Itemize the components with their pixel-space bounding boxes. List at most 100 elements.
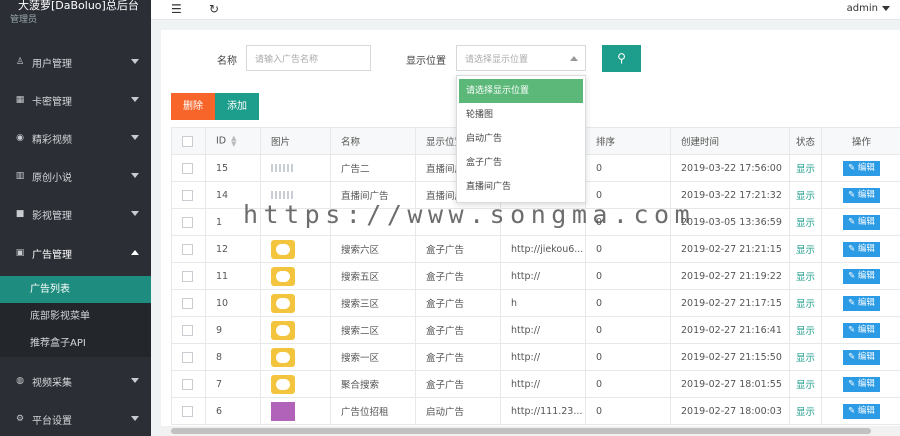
action-cell: ✎ 编辑 <box>821 235 900 263</box>
sort-cell: 0 <box>585 289 671 317</box>
row-checkbox[interactable] <box>182 216 193 228</box>
column-header-id[interactable]: ID ▲ ▼ <box>205 127 261 155</box>
add-button[interactable]: 添加 <box>215 93 259 120</box>
ad-thumbnail <box>271 239 295 259</box>
pencil-icon: ✎ <box>848 189 856 200</box>
scrollbar-thumb[interactable] <box>171 428 871 434</box>
sidebar-item-users[interactable]: ♙ 用户管理 <box>0 43 151 81</box>
search-button[interactable]: ⚲ <box>602 45 641 72</box>
name-cell: 搜索五区 <box>330 262 416 290</box>
image-cell <box>260 397 331 425</box>
caret-down-icon <box>131 416 139 421</box>
row-checkbox[interactable] <box>182 351 193 363</box>
row-select-cell[interactable] <box>171 397 206 425</box>
select-all-checkbox[interactable] <box>182 135 193 147</box>
id-cell: 11 <box>205 262 261 290</box>
sidebar-item-collect[interactable]: ◍ 视频采集 <box>0 362 151 400</box>
edit-button[interactable]: ✎ 编辑 <box>843 376 880 392</box>
row-select-cell[interactable] <box>171 370 206 398</box>
status-cell[interactable]: 显示 <box>789 397 822 425</box>
action-cell: ✎ 编辑 <box>821 208 900 236</box>
dropdown-option[interactable]: 启动广告 <box>459 127 583 151</box>
sidebar-subitem-ad-list[interactable]: 广告列表 <box>0 276 151 303</box>
edit-button[interactable]: ✎ 编辑 <box>843 268 880 284</box>
row-select-cell[interactable] <box>171 343 206 371</box>
sidebar-item-videos[interactable]: ◉ 精彩视频 <box>0 119 151 157</box>
position-cell: 盒子广告 <box>415 289 501 317</box>
caret-up-icon <box>570 56 578 61</box>
sidebar-item-settings[interactable]: ⚙ 平台设置 <box>0 400 151 436</box>
status-cell[interactable]: 显示 <box>789 262 822 290</box>
sidebar-item-ads[interactable]: ▣ 广告管理 <box>0 234 151 272</box>
edit-button[interactable]: ✎ 编辑 <box>843 187 880 203</box>
topbar: ☰ ↻ admin <box>151 0 900 20</box>
edit-button[interactable]: ✎ 编辑 <box>843 322 880 338</box>
edit-button[interactable]: ✎ 编辑 <box>843 403 880 419</box>
row-select-cell[interactable] <box>171 235 206 263</box>
table-row: 6 广告位招租 启动广告 http://111.23... 0 2019-02-27 18… <box>171 397 900 425</box>
sidebar-item-cards[interactable]: ▦ 卡密管理 <box>0 81 151 119</box>
row-select-cell[interactable] <box>171 316 206 344</box>
status-cell[interactable]: 显示 <box>789 181 822 209</box>
status-cell[interactable]: 显示 <box>789 208 822 236</box>
row-checkbox[interactable] <box>182 189 193 201</box>
position-select[interactable]: 请选择显示位置 <box>456 45 586 71</box>
globe-icon: ◍ <box>16 376 24 386</box>
created-cell: 2019-02-27 18:00:03 <box>670 397 790 425</box>
row-select-cell[interactable] <box>171 208 206 236</box>
ad-thumbnail <box>271 347 295 367</box>
edit-button[interactable]: ✎ 编辑 <box>843 349 880 365</box>
link-cell: http:// <box>500 370 586 398</box>
dropdown-option[interactable]: 直播间广告 <box>459 175 583 199</box>
sidebar-subitem-box-api[interactable]: 推荐盒子API <box>0 330 151 357</box>
pencil-icon: ✎ <box>848 324 856 335</box>
row-checkbox[interactable] <box>182 378 193 390</box>
row-select-cell[interactable] <box>171 181 206 209</box>
ad-thumbnail <box>271 320 295 340</box>
ad-name-input[interactable]: 请输入广告名称 <box>246 45 371 71</box>
row-checkbox[interactable] <box>182 243 193 255</box>
name-cell: 聚合搜索 <box>330 370 416 398</box>
row-checkbox[interactable] <box>182 162 193 174</box>
dropdown-option[interactable]: 请选择显示位置 <box>459 79 583 103</box>
select-all-cell[interactable] <box>171 127 206 155</box>
sidebar-item-label: 用户管理 <box>32 58 72 70</box>
horizontal-scrollbar[interactable] <box>161 426 900 436</box>
sidebar-subitem-bottom-menu[interactable]: 底部影视菜单 <box>0 303 151 330</box>
refresh-icon[interactable]: ↻ <box>209 2 219 16</box>
status-cell[interactable]: 显示 <box>789 343 822 371</box>
dropdown-option[interactable]: 轮播图 <box>459 103 583 127</box>
status-cell[interactable]: 显示 <box>789 154 822 182</box>
status-cell[interactable]: 显示 <box>789 370 822 398</box>
row-select-cell[interactable] <box>171 262 206 290</box>
row-select-cell[interactable] <box>171 289 206 317</box>
edit-button[interactable]: ✎ 编辑 <box>843 241 880 257</box>
edit-button[interactable]: ✎ 编辑 <box>843 160 880 176</box>
dropdown-option[interactable]: 盒子广告 <box>459 151 583 175</box>
delete-button[interactable]: 删除 <box>171 93 215 120</box>
row-checkbox[interactable] <box>182 297 193 309</box>
edit-button[interactable]: ✎ 编辑 <box>843 214 880 230</box>
image-cell <box>260 289 331 317</box>
menu-toggle-icon[interactable]: ☰ <box>171 2 182 16</box>
pencil-icon: ✎ <box>848 216 856 227</box>
edit-button[interactable]: ✎ 编辑 <box>843 295 880 311</box>
row-checkbox[interactable] <box>182 405 193 417</box>
sidebar-item-novels[interactable]: ▥ 原创小说 <box>0 157 151 195</box>
link-cell: http:// <box>500 262 586 290</box>
created-cell: 2019-02-27 18:01:55 <box>670 370 790 398</box>
row-checkbox[interactable] <box>182 270 193 282</box>
user-menu[interactable]: admin <box>847 3 890 14</box>
row-checkbox[interactable] <box>182 324 193 336</box>
sidebar-item-label: 精彩视频 <box>32 134 72 146</box>
status-cell[interactable]: 显示 <box>789 235 822 263</box>
status-cell[interactable]: 显示 <box>789 289 822 317</box>
name-cell: 广告二 <box>330 154 416 182</box>
caret-down-icon <box>131 211 139 216</box>
status-cell[interactable]: 显示 <box>789 316 822 344</box>
sidebar-item-movies[interactable]: ■ 影视管理 <box>0 195 151 233</box>
row-select-cell[interactable] <box>171 154 206 182</box>
sort-icon[interactable]: ▲ ▼ <box>231 135 236 148</box>
position-select-value: 请选择显示位置 <box>465 55 529 65</box>
ad-thumbnail <box>271 191 293 199</box>
